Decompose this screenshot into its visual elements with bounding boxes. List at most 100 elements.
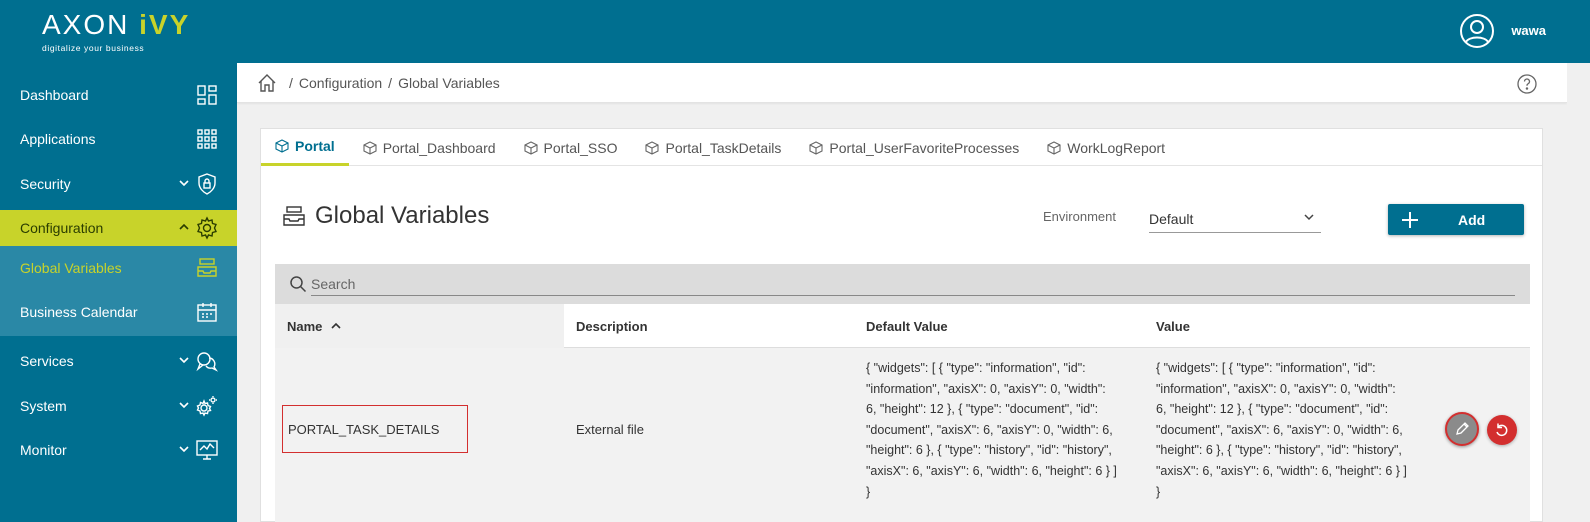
cube-icon: [523, 140, 538, 155]
column-header-value[interactable]: Value: [1156, 304, 1190, 348]
environment-select[interactable]: Default: [1149, 205, 1321, 233]
default-value-line: "height": 6 }, { "type": "history", "id"…: [866, 443, 1112, 458]
axon-ivy-logo[interactable]: AXON iVY digitalize your business: [42, 10, 190, 54]
value-line: "axisX": 6, "axisY": 6, "width": 6, "hei…: [1156, 463, 1407, 478]
add-button[interactable]: Add: [1388, 204, 1524, 235]
pencil-icon: [1456, 422, 1469, 435]
sidebar-item-applications[interactable]: Applications: [0, 121, 237, 157]
tab-portal-sso[interactable]: Portal_SSO: [510, 129, 632, 166]
chat-bubbles-icon: [196, 352, 219, 372]
value-line: "height": 6 }, { "type": "history", "id"…: [1156, 443, 1402, 458]
page-title: Global Variables: [281, 202, 489, 230]
column-header-label: Name: [287, 318, 323, 334]
tab-label: Portal_UserFavoriteProcesses: [829, 139, 1020, 156]
chevron-down-icon: [179, 446, 189, 453]
environment-value: Default: [1149, 211, 1194, 227]
column-header-default-value[interactable]: Default Value: [866, 304, 948, 348]
tab-label: Portal: [295, 138, 335, 154]
variable-description-cell: External file: [576, 422, 644, 437]
cube-icon: [275, 139, 289, 153]
default-value-line: 6, "height": 12 }, { "type": "document",…: [866, 402, 1099, 417]
gears-icon: [196, 396, 217, 417]
sidebar-item-system[interactable]: System: [0, 388, 237, 424]
chevron-down-icon: [179, 357, 189, 364]
shield-lock-icon: [198, 173, 216, 195]
plus-icon: [1402, 211, 1418, 228]
sidebar: AXON iVY digitalize your business Dashbo…: [0, 0, 237, 522]
gear-icon: [197, 216, 217, 240]
sidebar-subitem-global-variables[interactable]: Global Variables: [0, 248, 237, 288]
search-bar: [275, 264, 1530, 304]
sidebar-item-monitor[interactable]: Monitor: [0, 432, 237, 468]
inbox-stack-icon: [197, 258, 217, 277]
edit-button[interactable]: [1445, 412, 1479, 446]
tab-label: WorkLogReport: [1067, 139, 1166, 156]
variable-value-cell: { "widgets": [ { "type": "information", …: [1156, 358, 1426, 502]
tab-label: Portal_SSO: [543, 139, 618, 156]
value-line: 6, "height": 12 }, { "type": "document",…: [1156, 402, 1389, 417]
value-line: "information", "axisX": 0, "axisY": 0, "…: [1156, 381, 1396, 396]
sort-ascending-icon: [331, 322, 341, 329]
breadcrumb-separator: /: [289, 74, 293, 91]
variable-name-cell: PORTAL_TASK_DETAILS: [282, 405, 468, 453]
tab-portal-userfavoriteprocesses[interactable]: Portal_UserFavoriteProcesses: [795, 129, 1033, 166]
search-input[interactable]: [311, 272, 1515, 296]
sidebar-item-services[interactable]: Services: [0, 343, 237, 379]
breadcrumb-item-configuration[interactable]: Configuration: [299, 75, 382, 91]
cube-icon: [809, 140, 823, 155]
default-value-line: "document", "axisX": 6, "axisY": 0, "wid…: [866, 422, 1113, 437]
user-circle-icon[interactable]: [1459, 13, 1495, 49]
sidebar-item-dashboard[interactable]: Dashboard: [0, 77, 237, 113]
page-title-text: Global Variables: [315, 202, 490, 229]
monitor-chart-icon: [196, 440, 218, 460]
configuration-submenu: Global Variables Business Calendar: [0, 246, 237, 336]
calendar-icon: [197, 303, 217, 322]
default-value-line: "information", "axisX": 0, "axisY": 0, "…: [866, 381, 1106, 396]
undo-icon: [1496, 423, 1508, 437]
environment-label: Environment: [1043, 209, 1116, 224]
tab-label: Portal_Dashboard: [382, 139, 496, 156]
table-row[interactable]: PORTAL_TASK_DETAILS External file { "wid…: [275, 348, 1530, 522]
default-value-line: "axisX": 6, "axisY": 6, "width": 6, "hei…: [866, 463, 1117, 478]
column-header-name[interactable]: Name: [275, 304, 564, 348]
application-tabs: Portal Portal_Dashboard Portal_SSO Porta…: [261, 129, 1542, 166]
dashboard-icon: [197, 85, 217, 105]
default-value-line: { "widgets": [ { "type": "information", …: [866, 361, 1086, 375]
tab-portal[interactable]: Portal: [261, 129, 349, 166]
value-line: { "widgets": [ { "type": "information", …: [1156, 361, 1376, 375]
table-header: Name Description Default Value Value: [275, 304, 1530, 348]
global-variables-card: Portal Portal_Dashboard Portal_SSO Porta…: [260, 128, 1543, 522]
logo-tagline: digitalize your business: [42, 43, 145, 53]
variable-default-value-cell: { "widgets": [ { "type": "information", …: [866, 358, 1136, 502]
reset-button[interactable]: [1487, 415, 1517, 445]
sidebar-item-configuration[interactable]: Configuration: [0, 210, 237, 246]
home-icon[interactable]: [257, 73, 277, 93]
default-value-line: }: [866, 484, 871, 499]
tab-portal-taskdetails[interactable]: Portal_TaskDetails: [631, 129, 795, 166]
sidebar-subitem-label: Global Variables: [20, 260, 122, 276]
add-button-label: Add: [1458, 211, 1486, 228]
user-name[interactable]: wawa: [1511, 23, 1546, 38]
page-scroll-gutter: [1567, 63, 1590, 522]
value-line: }: [1156, 484, 1161, 499]
sidebar-subitem-business-calendar[interactable]: Business Calendar: [0, 292, 237, 332]
top-bar: wawa: [237, 0, 1590, 63]
chevron-down-icon: [179, 402, 189, 409]
tab-label: Portal_TaskDetails: [665, 139, 782, 156]
column-header-description[interactable]: Description: [576, 304, 648, 348]
chevron-down-icon: [1304, 214, 1314, 221]
cube-icon: [645, 140, 660, 155]
tab-worklogreport[interactable]: WorkLogReport: [1033, 129, 1179, 166]
inbox-stack-icon: [283, 206, 305, 226]
apps-grid-icon: [197, 129, 217, 149]
value-line: "document", "axisX": 6, "axisY": 0, "wid…: [1156, 422, 1403, 437]
breadcrumb: / Configuration / Global Variables: [237, 63, 1567, 103]
chevron-up-icon: [179, 223, 189, 230]
breadcrumb-item-global-variables: Global Variables: [398, 74, 500, 91]
tab-portal-dashboard[interactable]: Portal_Dashboard: [349, 129, 510, 166]
cube-icon: [363, 140, 377, 155]
sidebar-item-security[interactable]: Security: [0, 166, 237, 202]
help-icon[interactable]: [1517, 74, 1537, 94]
chevron-down-icon: [179, 180, 189, 187]
search-icon: [290, 276, 307, 293]
